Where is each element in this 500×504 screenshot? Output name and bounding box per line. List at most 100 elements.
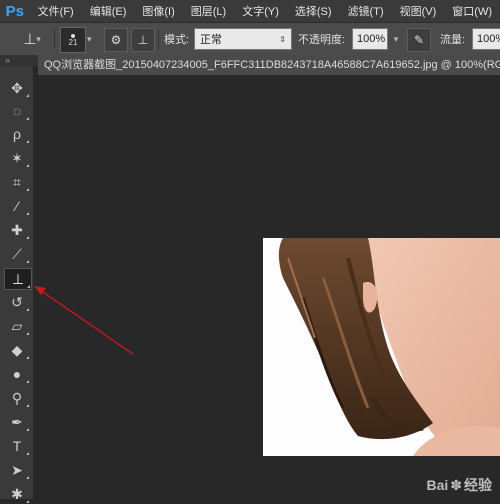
- flyout-indicator: [26, 476, 29, 479]
- dodge-icon: ⚲: [11, 389, 23, 406]
- eraser-tool[interactable]: ▱: [4, 316, 30, 336]
- history-brush-icon: ↺: [11, 293, 23, 310]
- divider: [158, 29, 159, 49]
- flyout-indicator: [26, 236, 29, 239]
- brush-panel-button[interactable]: ⊥: [131, 28, 155, 52]
- brush-size-value: 21: [68, 37, 78, 47]
- brush-dropdown-arrow[interactable]: ▾: [87, 28, 92, 50]
- eyedropper-tool[interactable]: ⁄: [4, 196, 30, 216]
- menu-type[interactable]: 文字(Y): [234, 3, 287, 19]
- brush-preset-picker[interactable]: 21: [60, 27, 86, 53]
- eyedropper-icon: ⁄: [15, 198, 19, 214]
- mode-label: 模式:: [164, 34, 190, 46]
- type-tool[interactable]: T: [4, 436, 30, 456]
- healing-brush-tool[interactable]: ✚: [4, 220, 30, 240]
- divider: [54, 29, 55, 49]
- options-bar: ⊥ ▾ 21 ▾ ⚙ ⊥ 模式: 正常 ⇕ 不透明度: 100% ▾ ✎ 流量:…: [0, 22, 500, 56]
- chevron-updown-icon: ⇕: [279, 34, 286, 44]
- pen-pressure-icon: ✎: [413, 33, 425, 47]
- tools-panel: ✥ ◌ ρ ✶ ⌗ ⁄ ✚ ⟋ ⊥ ↺ ▱ ◆ ● ⚲ ✒ T ➤ ✱: [0, 66, 34, 503]
- path-selection-tool[interactable]: ➤: [4, 460, 30, 480]
- opacity-label: 不透明度:: [298, 34, 346, 46]
- menu-file[interactable]: 文件(F): [30, 3, 82, 19]
- stamp-icon: ⊥: [137, 33, 149, 47]
- move-tool[interactable]: ✥: [4, 78, 30, 98]
- magic-wand-icon: ✶: [11, 149, 23, 166]
- dodge-tool[interactable]: ⚲: [4, 388, 30, 408]
- flyout-indicator: [26, 428, 29, 431]
- eraser-icon: ▱: [11, 317, 23, 334]
- watermark-text: Bai: [426, 477, 449, 493]
- clone-source-panel-button[interactable]: ⚙: [104, 28, 128, 52]
- chevron-down-icon: ▾: [393, 33, 399, 44]
- flow-label: 流量:: [440, 34, 466, 46]
- bandage-icon: ✚: [11, 221, 23, 238]
- opacity-slider-toggle[interactable]: ▾: [390, 28, 402, 50]
- move-icon: ✥: [11, 79, 23, 96]
- shape-icon: ✱: [11, 485, 23, 502]
- blur-tool[interactable]: ●: [4, 364, 30, 384]
- flyout-indicator: [26, 356, 29, 359]
- stamp-icon: ⊥: [11, 270, 25, 287]
- shape-tool[interactable]: ✱: [4, 484, 30, 504]
- ellipse-marquee-icon: ◌: [12, 103, 22, 119]
- blend-mode-select[interactable]: 正常 ⇕: [194, 28, 292, 50]
- flyout-indicator: [26, 308, 29, 311]
- flyout-indicator: [26, 117, 29, 120]
- menu-bar: Ps 文件(F) 编辑(E) 图像(I) 图层(L) 文字(Y) 选择(S) 滤…: [0, 0, 500, 22]
- flyout-indicator: [26, 140, 29, 143]
- flyout-indicator: [26, 164, 29, 167]
- history-brush-tool[interactable]: ↺: [4, 292, 30, 312]
- flyout-indicator: [26, 212, 29, 215]
- flyout-indicator: [26, 260, 29, 263]
- menu-view[interactable]: 视图(V): [392, 3, 445, 19]
- menu-filter[interactable]: 滤镜(T): [340, 3, 392, 19]
- lasso-icon: ρ: [13, 126, 21, 142]
- flyout-indicator: [26, 404, 29, 407]
- flyout-indicator: [26, 332, 29, 335]
- opacity-input[interactable]: 100%: [352, 28, 388, 50]
- flyout-indicator: [26, 500, 29, 503]
- baidu-jingyan-watermark: Bai ✽ 经验: [426, 475, 492, 495]
- brush-tool[interactable]: ⟋: [4, 244, 30, 264]
- clone-source-icon: ⚙: [110, 33, 122, 47]
- brush-icon: ⟋: [12, 245, 22, 262]
- document-tab[interactable]: QQ浏览器截图_20150407234005_F6FFC311DB8243718…: [38, 55, 500, 75]
- clone-stamp-tool[interactable]: ⊥: [4, 268, 32, 290]
- menu-window[interactable]: 窗口(W): [444, 3, 500, 19]
- crop-tool[interactable]: ⌗: [4, 172, 30, 192]
- menu-select[interactable]: 选择(S): [287, 3, 340, 19]
- crop-icon: ⌗: [13, 173, 21, 190]
- document-image[interactable]: [263, 238, 500, 456]
- flyout-indicator: [26, 94, 29, 97]
- photoshop-logo: Ps: [5, 2, 24, 20]
- arrow-icon: ➤: [11, 461, 23, 478]
- portrait-photo: [263, 238, 500, 456]
- flyout-indicator: [26, 188, 29, 191]
- flyout-indicator: [26, 452, 29, 455]
- paint-bucket-icon: ◆: [11, 341, 23, 358]
- menu-image[interactable]: 图像(I): [134, 3, 182, 19]
- pen-tool[interactable]: ✒: [4, 412, 30, 432]
- watermark-suffix: 经验: [464, 477, 492, 493]
- chevron-down-icon: ▾: [36, 33, 41, 44]
- magic-wand-tool[interactable]: ✶: [4, 148, 30, 168]
- pressure-opacity-button[interactable]: ✎: [407, 28, 431, 52]
- blend-mode-value: 正常: [200, 34, 222, 46]
- paint-bucket-tool[interactable]: ◆: [4, 340, 30, 360]
- type-icon: T: [12, 438, 22, 454]
- tool-preset-picker[interactable]: ⊥ ▾: [18, 28, 46, 50]
- lasso-tool[interactable]: ρ: [4, 124, 30, 144]
- marquee-tool[interactable]: ◌: [4, 101, 30, 121]
- flyout-indicator: [26, 380, 29, 383]
- paw-icon: ✽: [450, 476, 462, 493]
- water-drop-icon: ●: [12, 366, 22, 382]
- menu-layer[interactable]: 图层(L): [183, 3, 234, 19]
- menu-edit[interactable]: 编辑(E): [82, 3, 135, 19]
- chevron-down-icon: ▾: [87, 33, 92, 44]
- stamp-icon: ⊥: [23, 31, 37, 48]
- flow-input[interactable]: 100%: [472, 28, 500, 50]
- double-chevron-icon: »: [5, 55, 11, 65]
- pen-icon: ✒: [11, 413, 23, 430]
- flyout-indicator: [27, 285, 30, 288]
